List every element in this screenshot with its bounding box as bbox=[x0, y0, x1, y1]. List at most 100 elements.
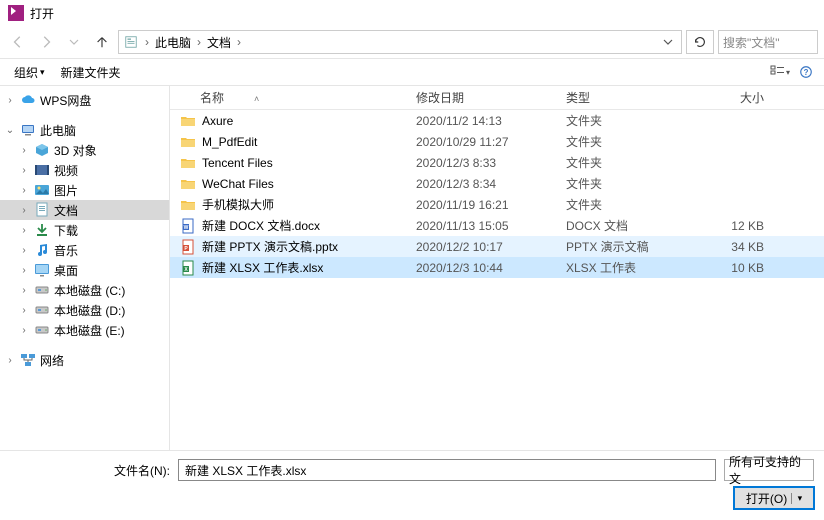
up-button[interactable] bbox=[90, 30, 114, 54]
chevron-down-icon: ▾ bbox=[791, 493, 803, 504]
sidebar-item-network[interactable]: › 网络 bbox=[0, 350, 169, 370]
file-name: 新建 DOCX 文档.docx bbox=[202, 217, 320, 234]
sidebar-item-pc[interactable]: ⌄此电脑 bbox=[0, 120, 169, 140]
expand-icon[interactable]: › bbox=[18, 225, 30, 236]
music-icon bbox=[34, 242, 50, 258]
expand-icon[interactable]: › bbox=[4, 355, 16, 366]
file-size: 10 KB bbox=[690, 259, 770, 277]
search-placeholder: 搜索"文档" bbox=[723, 34, 780, 51]
sort-arrow-icon: ˄ bbox=[254, 94, 259, 104]
video-icon bbox=[34, 162, 50, 178]
file-row[interactable]: X新建 XLSX 工作表.xlsx2020/12/3 10:44XLSX 工作表… bbox=[170, 257, 824, 278]
column-name[interactable]: 名称˄ bbox=[170, 86, 410, 110]
file-row[interactable]: 手机模拟大师2020/11/19 16:21文件夹 bbox=[170, 194, 824, 215]
breadcrumb[interactable]: › 此电脑 › 文档 › bbox=[118, 30, 682, 54]
expand-icon[interactable]: ⌄ bbox=[4, 125, 16, 136]
sidebar-tree[interactable]: ›WPS网盘⌄此电脑›3D 对象›视频›图片›文档›下载›音乐›桌面›本地磁盘 … bbox=[0, 86, 170, 450]
view-mode-button[interactable]: ▾ bbox=[768, 61, 792, 83]
file-name: 手机模拟大师 bbox=[202, 196, 274, 213]
download-icon bbox=[34, 222, 50, 238]
folder-icon bbox=[180, 197, 196, 213]
sidebar-item-doc[interactable]: › 文档 bbox=[0, 200, 169, 220]
doc-icon bbox=[34, 202, 50, 218]
column-size[interactable]: 大小 bbox=[690, 86, 770, 110]
file-name: Tencent Files bbox=[202, 156, 273, 170]
sidebar-item-video[interactable]: › 视频 bbox=[0, 160, 169, 180]
expand-icon[interactable]: › bbox=[18, 165, 30, 176]
search-input[interactable]: 搜索"文档" bbox=[718, 30, 818, 54]
dialog-bottom: 文件名(N): 所有可支持的文 打开(O) ▾ bbox=[0, 450, 824, 517]
folder-icon bbox=[180, 155, 196, 171]
expand-icon[interactable]: › bbox=[18, 185, 30, 196]
chevron-right-icon: › bbox=[195, 35, 203, 49]
network-icon bbox=[20, 352, 36, 368]
file-list[interactable]: 名称˄ 修改日期 类型 大小 Axure2020/11/2 14:13文件夹M_… bbox=[170, 86, 824, 450]
file-type: DOCX 文档 bbox=[560, 215, 690, 236]
drive-icon bbox=[34, 322, 50, 338]
recent-dropdown[interactable] bbox=[62, 30, 86, 54]
expand-icon[interactable]: › bbox=[18, 265, 30, 276]
new-folder-button[interactable]: 新建文件夹 bbox=[53, 60, 129, 85]
breadcrumb-dropdown[interactable] bbox=[659, 31, 677, 53]
expand-icon[interactable]: › bbox=[18, 205, 30, 216]
expand-icon[interactable]: › bbox=[18, 245, 30, 256]
help-button[interactable]: ? bbox=[794, 61, 818, 83]
sidebar-item-label: 3D 对象 bbox=[54, 142, 97, 159]
column-type[interactable]: 类型 bbox=[560, 86, 690, 110]
sidebar-item-label: 本地磁盘 (D:) bbox=[54, 302, 125, 319]
file-row[interactable]: M_PdfEdit2020/10/29 11:27文件夹 bbox=[170, 131, 824, 152]
sidebar-item-desktop[interactable]: ›桌面 bbox=[0, 260, 169, 280]
sidebar-item-label: 本地磁盘 (C:) bbox=[54, 282, 125, 299]
app-icon bbox=[8, 5, 24, 21]
sidebar-item-music[interactable]: ›音乐 bbox=[0, 240, 169, 260]
sidebar-item-label: 文档 bbox=[54, 202, 78, 219]
refresh-button[interactable] bbox=[686, 30, 714, 54]
file-row[interactable]: P新建 PPTX 演示文稿.pptx2020/12/2 10:17PPTX 演示… bbox=[170, 236, 824, 257]
file-type: 文件夹 bbox=[560, 110, 690, 131]
svg-text:W: W bbox=[184, 225, 189, 231]
file-date: 2020/11/2 14:13 bbox=[410, 112, 560, 130]
folder-icon bbox=[180, 176, 196, 192]
file-type: 文件夹 bbox=[560, 194, 690, 215]
filename-input[interactable] bbox=[178, 459, 716, 481]
file-size bbox=[690, 140, 770, 144]
sidebar-item-download[interactable]: ›下载 bbox=[0, 220, 169, 240]
file-size bbox=[690, 203, 770, 207]
sidebar-item-label: 视频 bbox=[54, 162, 78, 179]
sidebar-item-label: 网络 bbox=[40, 352, 64, 369]
sidebar-item-3d[interactable]: › 3D 对象 bbox=[0, 140, 169, 160]
organize-menu[interactable]: 组织 ▾ bbox=[6, 60, 53, 85]
sidebar-item-drive[interactable]: › 本地磁盘 (C:) bbox=[0, 280, 169, 300]
column-modified[interactable]: 修改日期 bbox=[410, 86, 560, 110]
back-button[interactable] bbox=[6, 30, 30, 54]
filename-label: 文件名(N): bbox=[10, 462, 170, 479]
breadcrumb-root[interactable]: 此电脑 bbox=[151, 32, 195, 53]
sidebar-item-drive[interactable]: › 本地磁盘 (D:) bbox=[0, 300, 169, 320]
forward-button[interactable] bbox=[34, 30, 58, 54]
sidebar-item-wps-cloud[interactable]: › WPS网盘 bbox=[0, 90, 169, 110]
file-size: 12 KB bbox=[690, 217, 770, 235]
sidebar-item-picture[interactable]: › 图片 bbox=[0, 180, 169, 200]
file-date: 2020/12/2 10:17 bbox=[410, 238, 560, 256]
expand-icon[interactable]: › bbox=[4, 95, 16, 106]
address-bar: › 此电脑 › 文档 › 搜索"文档" bbox=[0, 26, 824, 58]
breadcrumb-current[interactable]: 文档 bbox=[203, 32, 235, 53]
file-name: M_PdfEdit bbox=[202, 135, 257, 149]
sidebar-item-label: 图片 bbox=[54, 182, 78, 199]
file-row[interactable]: Axure2020/11/2 14:13文件夹 bbox=[170, 110, 824, 131]
file-row[interactable]: WeChat Files2020/12/3 8:34文件夹 bbox=[170, 173, 824, 194]
sidebar-item-label: WPS网盘 bbox=[40, 92, 91, 109]
expand-icon[interactable]: › bbox=[18, 145, 30, 156]
open-button[interactable]: 打开(O) ▾ bbox=[734, 487, 814, 509]
file-type-filter[interactable]: 所有可支持的文 bbox=[724, 459, 814, 481]
file-type: 文件夹 bbox=[560, 152, 690, 173]
file-row[interactable]: W新建 DOCX 文档.docx2020/11/13 15:05DOCX 文档1… bbox=[170, 215, 824, 236]
expand-icon[interactable]: › bbox=[18, 305, 30, 316]
column-headers[interactable]: 名称˄ 修改日期 类型 大小 bbox=[170, 86, 824, 110]
file-row[interactable]: Tencent Files2020/12/3 8:33文件夹 bbox=[170, 152, 824, 173]
sidebar-item-drive[interactable]: ›本地磁盘 (E:) bbox=[0, 320, 169, 340]
expand-icon[interactable]: › bbox=[18, 325, 30, 336]
expand-icon[interactable]: › bbox=[18, 285, 30, 296]
file-name: 新建 PPTX 演示文稿.pptx bbox=[202, 238, 338, 255]
window-title: 打开 bbox=[30, 5, 54, 22]
